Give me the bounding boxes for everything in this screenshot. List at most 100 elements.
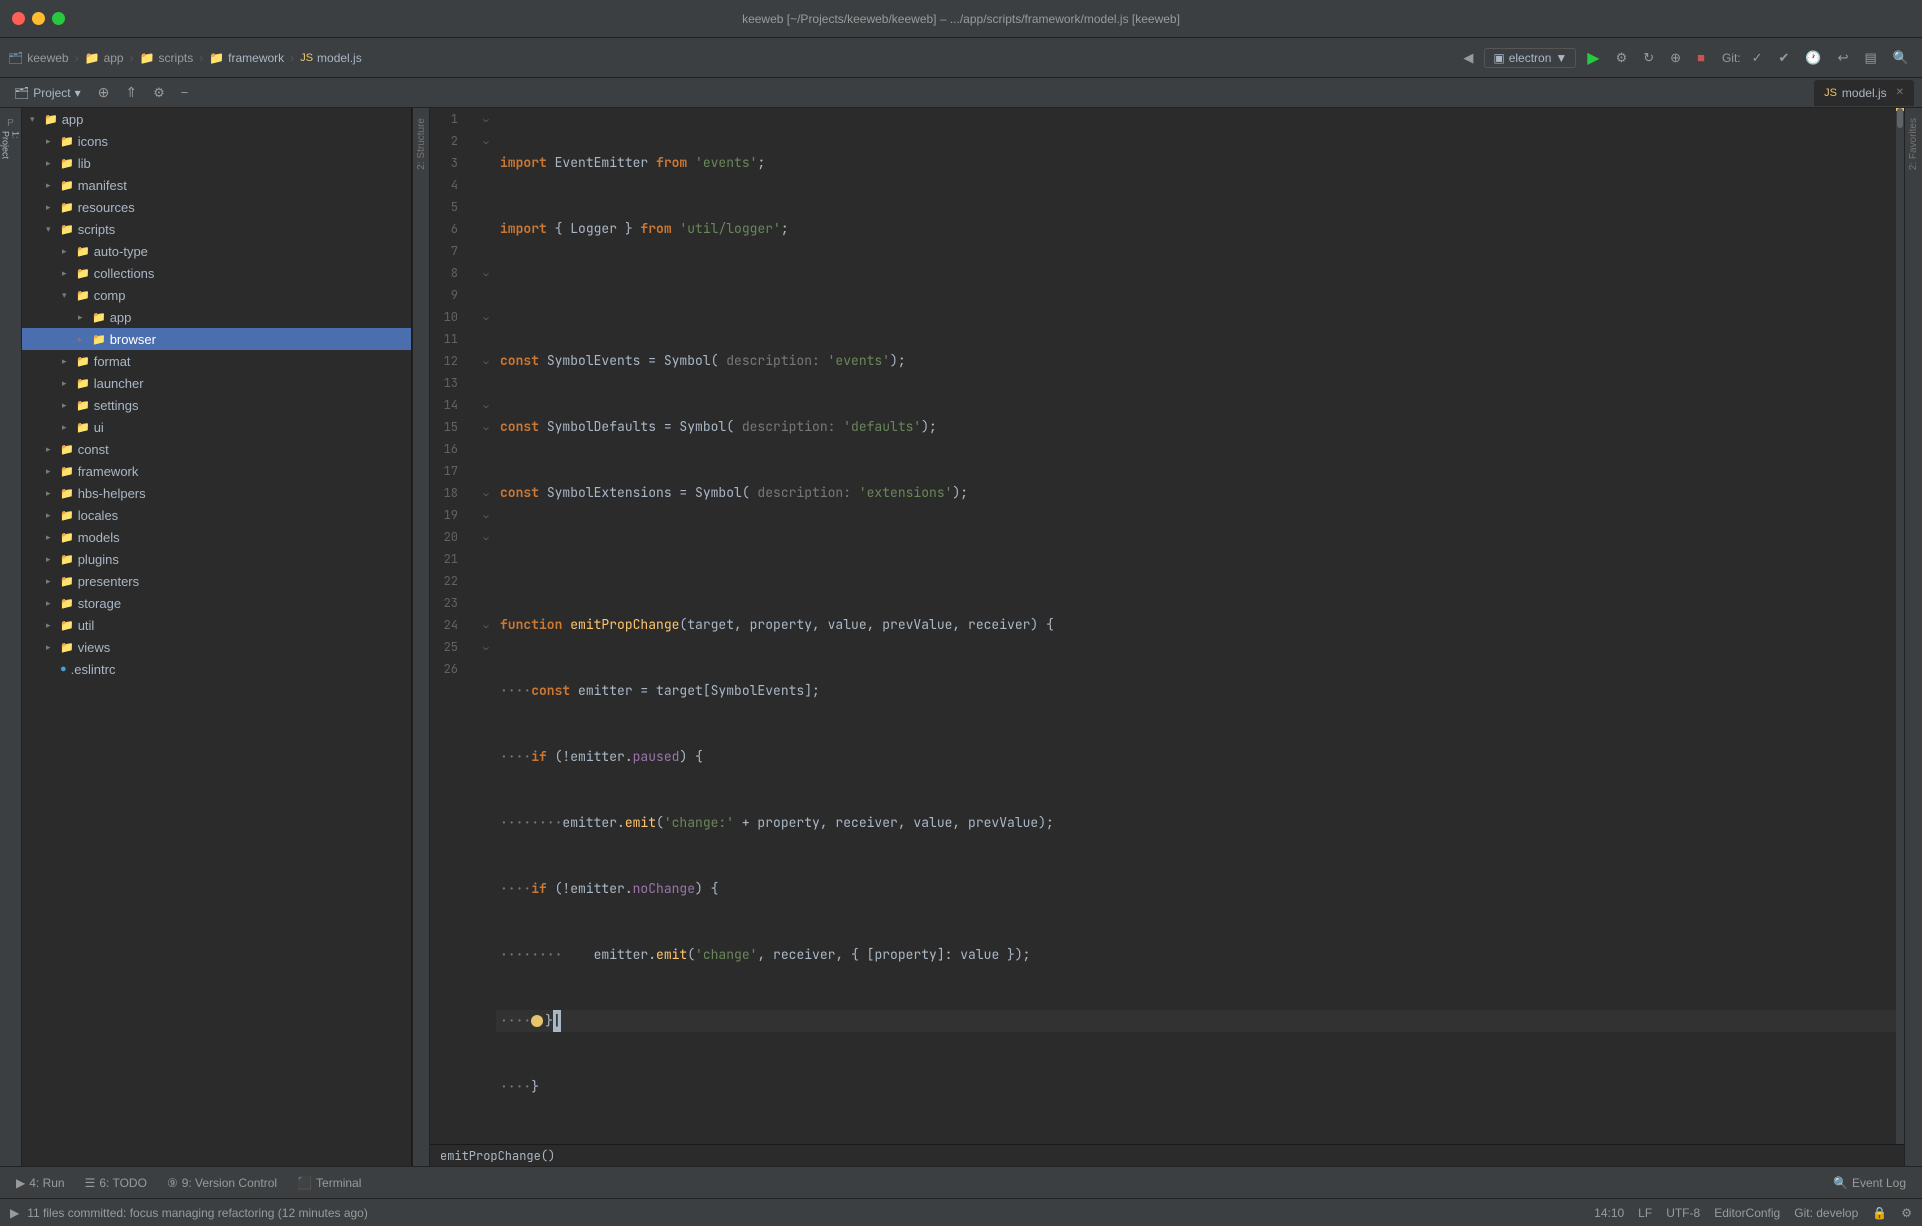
git-diff-button[interactable]: ▤ — [1860, 47, 1882, 69]
tree-label-comp: comp — [94, 288, 126, 303]
run-button[interactable]: ▶ — [1582, 45, 1604, 71]
fold-19[interactable]: ⌄ — [476, 504, 496, 526]
folder-icon-framework: 📁 — [60, 465, 74, 478]
code-content[interactable]: import EventEmitter from 'events'; impor… — [496, 108, 1896, 1144]
tree-item-plugins[interactable]: ▸ 📁 plugins — [22, 548, 411, 570]
breadcrumb-framework[interactable]: framework — [228, 51, 284, 65]
tree-item-presenters[interactable]: ▸ 📁 presenters — [22, 570, 411, 592]
favorites-label[interactable]: 2: Favorites — [1908, 118, 1919, 170]
tree-item-manifest[interactable]: ▸ 📁 manifest — [22, 174, 411, 196]
vc-label: 9: Version Control — [182, 1176, 277, 1190]
tree-item-format[interactable]: ▸ 📁 format — [22, 350, 411, 372]
fold-14[interactable]: ⌄ — [476, 394, 496, 416]
tree-item-scripts[interactable]: ▾ 📁 scripts — [22, 218, 411, 240]
tree-item-framework[interactable]: ▸ 📁 framework — [22, 460, 411, 482]
tree-item-lib[interactable]: ▸ 📁 lib — [22, 152, 411, 174]
tree-arrow-const: ▸ — [46, 444, 60, 455]
settings-gear-button[interactable]: ⚙ — [148, 82, 170, 104]
tree-item-storage[interactable]: ▸ 📁 storage — [22, 592, 411, 614]
folder-icon-views: 📁 — [60, 641, 74, 654]
charset-indicator: UTF-8 — [1666, 1206, 1700, 1220]
fold-12[interactable]: ⌄ — [476, 350, 496, 372]
git-history-button[interactable]: 🕐 — [1800, 47, 1826, 69]
code-editor[interactable]: 1 2 3 4 5 6 7 8 9 10 11 12 13 14 15 16 1 — [430, 108, 1904, 1166]
event-log-button[interactable]: 🔍 Event Log — [1825, 1174, 1914, 1192]
collapse-button[interactable]: ⇑ — [120, 81, 142, 104]
git-label: Git: — [1722, 51, 1741, 65]
tab-modeljs[interactable]: JS model.js ✕ — [1814, 80, 1914, 106]
fold-25[interactable]: ⌄ — [476, 636, 496, 658]
tree-item-collections[interactable]: ▸ 📁 collections — [22, 262, 411, 284]
fold-8[interactable]: ⌄ — [476, 262, 496, 284]
todo-panel-button[interactable]: ☰ 6: TODO — [77, 1174, 155, 1192]
structure-label[interactable]: 2: Structure — [416, 118, 427, 170]
project-panel-header[interactable]: 🗂 Project ▾ — [8, 86, 87, 100]
new-file-button[interactable]: ⊕ — [93, 81, 115, 104]
tree-item-views[interactable]: ▸ 📁 views — [22, 636, 411, 658]
vc-panel-button[interactable]: ⑨ 9: Version Control — [159, 1174, 285, 1192]
folder-icon-auto-type: 📁 — [76, 245, 90, 258]
fold-20[interactable]: ⌄ — [476, 526, 496, 548]
tree-arrow-lib: ▸ — [46, 158, 60, 169]
maximize-button[interactable] — [52, 12, 65, 25]
build-button[interactable]: ⚙ — [1611, 47, 1633, 69]
breadcrumb-scripts[interactable]: scripts — [159, 51, 194, 65]
tree-label-plugins: plugins — [78, 552, 119, 567]
back-button[interactable]: ◀ — [1458, 47, 1478, 69]
tree-item-icons[interactable]: ▸ 📁 icons — [22, 130, 411, 152]
tree-item-settings[interactable]: ▸ 📁 settings — [22, 394, 411, 416]
git-undo-button[interactable]: ↩ — [1833, 47, 1854, 69]
panel-label-1[interactable]: 1: Project — [2, 136, 20, 154]
tree-label-manifest: manifest — [78, 178, 127, 193]
breadcrumb-keeweb[interactable]: keeweb — [27, 51, 68, 65]
fold-2[interactable]: ⌄ — [476, 130, 496, 152]
tree-item-eslintrc[interactable]: ● .eslintrc — [22, 658, 411, 680]
stop-button[interactable]: ■ — [1692, 47, 1710, 68]
ln-5: 5 — [430, 196, 466, 218]
tree-item-models[interactable]: ▸ 📁 models — [22, 526, 411, 548]
tree-item-auto-type[interactable]: ▸ 📁 auto-type — [22, 240, 411, 262]
reload-button[interactable]: ↻ — [1638, 47, 1659, 69]
fold-15[interactable]: ⌄ — [476, 416, 496, 438]
search-button[interactable]: 🔍 — [1888, 47, 1914, 69]
close-button[interactable] — [12, 12, 25, 25]
right-panels: 2: Structure 1 2 3 4 5 6 7 8 9 10 11 12 — [412, 108, 1922, 1166]
tree-item-browser[interactable]: ▸ 📁 browser — [22, 328, 411, 350]
fold-24[interactable]: ⌄ — [476, 614, 496, 636]
run-panel-button[interactable]: ▶ 4: Run — [8, 1174, 73, 1192]
minimize-button[interactable] — [32, 12, 45, 25]
tree-item-app2[interactable]: ▸ 📁 app — [22, 306, 411, 328]
tree-label-app2: app — [110, 310, 132, 325]
tree-item-locales[interactable]: ▸ 📁 locales — [22, 504, 411, 526]
project-view-icon[interactable]: P — [2, 114, 20, 132]
tree-item-util[interactable]: ▸ 📁 util — [22, 614, 411, 636]
terminal-panel-button[interactable]: ⬛ Terminal — [289, 1174, 369, 1192]
scrollbar[interactable] — [1896, 108, 1904, 1144]
tree-arrow-resources: ▸ — [46, 202, 60, 213]
window-title: keeweb [~/Projects/keeweb/keeweb] – .../… — [742, 12, 1180, 26]
fold-1[interactable]: ⌄ — [476, 108, 496, 130]
tree-item-hbs-helpers[interactable]: ▸ 📁 hbs-helpers — [22, 482, 411, 504]
ln-17: 17 — [430, 460, 466, 482]
tree-item-launcher[interactable]: ▸ 📁 launcher — [22, 372, 411, 394]
tree-item-resources[interactable]: ▸ 📁 resources — [22, 196, 411, 218]
minimize-panel-button[interactable]: − — [176, 82, 194, 103]
fold-10[interactable]: ⌄ — [476, 306, 496, 328]
breadcrumb-modeljs[interactable]: model.js — [317, 51, 362, 65]
fold-18[interactable]: ⌄ — [476, 482, 496, 504]
coverage-button[interactable]: ⊕ — [1665, 47, 1686, 69]
run-config-dropdown[interactable]: ▣ electron ▼ — [1484, 48, 1576, 68]
tab-close-icon[interactable]: ✕ — [1896, 87, 1904, 98]
git-update-button[interactable]: ✔ — [1774, 47, 1795, 69]
tree-item-ui[interactable]: ▸ 📁 ui — [22, 416, 411, 438]
tree-label-launcher: launcher — [94, 376, 144, 391]
breadcrumb-app[interactable]: app — [104, 51, 124, 65]
breadcrumb: 🗂 keeweb › 📁 app › 📁 scripts › 📁 framewo… — [8, 51, 362, 65]
git-commit-button[interactable]: ✓ — [1747, 47, 1768, 69]
tree-arrow-framework: ▸ — [46, 466, 60, 477]
tree-item-const[interactable]: ▸ 📁 const — [22, 438, 411, 460]
tree-label-const: const — [78, 442, 109, 457]
scroll-thumb[interactable] — [1897, 108, 1903, 128]
tree-item-app[interactable]: ▾ 📁 app — [22, 108, 411, 130]
tree-item-comp[interactable]: ▾ 📁 comp — [22, 284, 411, 306]
